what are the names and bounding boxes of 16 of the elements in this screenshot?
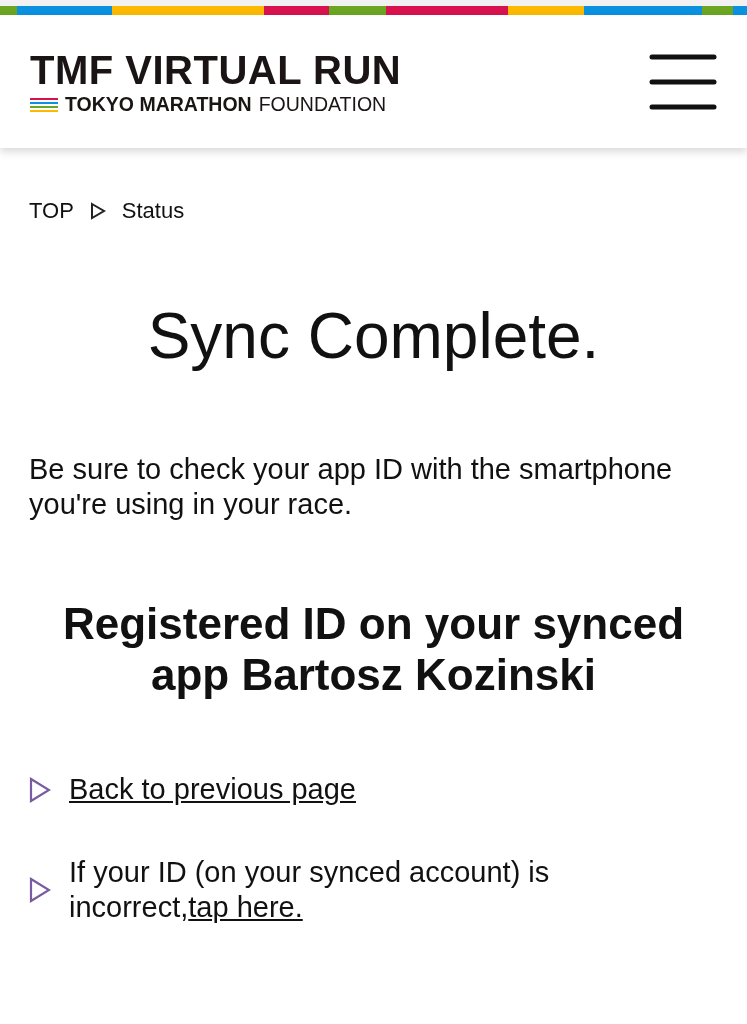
triangle-icon — [29, 877, 51, 903]
stripes-icon — [30, 97, 58, 112]
triangle-icon — [29, 776, 51, 803]
breadcrumb-item: Status — [121, 198, 185, 224]
menu-button[interactable] — [649, 53, 717, 110]
page-title: Sync Complete. — [146, 299, 601, 374]
logo-subtitle: TOKYO MARATHON — [65, 93, 252, 116]
breadcrumb-arrow-icon — [89, 202, 106, 220]
registered-id-heading: Registered ID on your synced app Bartosz Kozinski — [61, 598, 686, 700]
tap-here-link[interactable]: tap here. — [188, 891, 303, 923]
logo-title[interactable]: TMF VIRTUAL RUN — [30, 49, 402, 91]
incorrect-id-text: If your ID (on your synced account) is incorrect,tap here. — [69, 855, 551, 925]
notice-text: Be sure to check your app ID with the smartphone you're using in your race. — [29, 452, 674, 522]
breadcrumb-item[interactable]: TOP — [29, 198, 74, 224]
logo-subtitle: FOUNDATION — [258, 93, 387, 116]
back-link[interactable]: Back to previous page — [69, 772, 356, 807]
